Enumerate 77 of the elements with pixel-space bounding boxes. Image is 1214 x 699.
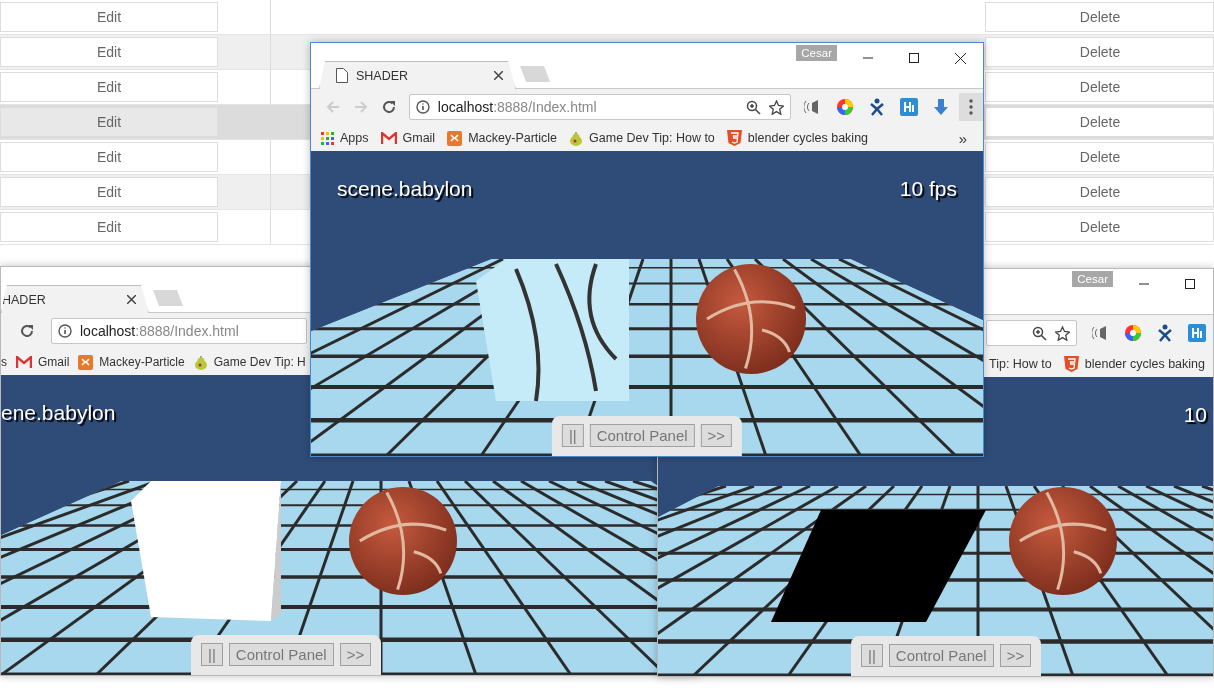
delete-button[interactable]: Delete <box>985 177 1214 207</box>
edit-button[interactable]: Edit <box>0 2 218 32</box>
delete-button[interactable]: Delete <box>985 212 1214 242</box>
control-panel-button[interactable]: Control Panel <box>228 643 334 666</box>
control-panel-button[interactable]: Control Panel <box>589 424 695 447</box>
star-icon[interactable] <box>769 99 785 115</box>
address-bar[interactable]: localhost:8888/Index.html <box>51 318 307 344</box>
square-logo-icon <box>78 354 94 370</box>
bookmark-link[interactable]: blender cycles baking <box>1063 356 1205 372</box>
next-button[interactable]: >> <box>700 424 733 447</box>
pause-button[interactable]: || <box>861 644 883 667</box>
address-bar[interactable] <box>986 320 1077 346</box>
url-text: localhost:8888/Index.html <box>437 99 597 115</box>
bookmark-link[interactable]: s <box>1 355 7 369</box>
bookmark-link[interactable]: Gmail <box>380 131 436 145</box>
scene-title: ene.babylon <box>1 401 116 425</box>
square-icon[interactable] <box>900 98 919 116</box>
square-logo-icon <box>447 130 463 146</box>
maximize-icon[interactable] <box>909 53 919 63</box>
fps-counter: 10 <box>1183 403 1207 427</box>
scene-title: scene.babylon <box>337 177 473 201</box>
edit-button[interactable]: Edit <box>0 142 218 172</box>
pear-icon <box>193 354 208 370</box>
browser-tab[interactable]: HADER <box>1 285 149 313</box>
reload-icon[interactable] <box>380 99 397 115</box>
info-icon <box>415 100 430 114</box>
delete-button[interactable]: Delete <box>985 37 1214 67</box>
edit-button[interactable]: Edit <box>0 37 218 67</box>
fps-counter: 10 fps <box>899 177 957 201</box>
color-wheel-icon[interactable] <box>836 98 855 116</box>
star-icon[interactable] <box>1055 325 1070 341</box>
close-icon[interactable] <box>494 71 503 80</box>
close-icon[interactable] <box>127 295 136 304</box>
delete-button[interactable]: Delete <box>985 72 1214 102</box>
more-bookmarks-button[interactable]: » <box>958 129 967 147</box>
letter-m-icon <box>380 132 397 144</box>
more-menu-icon[interactable] <box>969 99 974 115</box>
bookmark-link[interactable]: Apps <box>321 131 369 145</box>
delete-button[interactable]: Delete <box>985 107 1214 137</box>
info-icon <box>58 324 72 338</box>
delete-button[interactable]: Delete <box>985 142 1214 172</box>
pause-button[interactable]: || <box>201 643 223 666</box>
bookmark-link[interactable]: Game Dev Tip: H <box>193 354 306 370</box>
maximize-icon[interactable] <box>1185 279 1195 289</box>
edit-button[interactable]: Edit <box>0 72 218 102</box>
edit-button[interactable]: Edit <box>0 212 218 242</box>
address-bar[interactable]: localhost:8888/Index.html <box>408 94 792 120</box>
bookmark-link[interactable]: Mackey-Particle <box>447 130 558 146</box>
bookmark-link[interactable]: Tip: How to <box>989 357 1052 371</box>
browser-tab[interactable]: SHADER <box>319 61 516 89</box>
download-arrow-icon[interactable] <box>933 98 950 116</box>
pause-button[interactable]: || <box>561 424 584 447</box>
apps-grid-icon <box>321 131 334 145</box>
square-icon[interactable] <box>1188 324 1206 342</box>
bookmark-link[interactable]: Gmail <box>16 355 70 369</box>
close-icon[interactable] <box>954 52 966 64</box>
pear-icon <box>569 130 584 146</box>
figure-icon[interactable] <box>869 98 886 116</box>
bookmark-link[interactable]: blender cycles baking <box>726 130 869 146</box>
zoom-icon[interactable] <box>746 99 762 115</box>
bookmark-link[interactable]: Game Dev Tip: How to <box>569 130 715 146</box>
reload-icon[interactable] <box>19 323 35 339</box>
zoom-icon[interactable] <box>1032 325 1047 341</box>
page-icon <box>336 68 348 83</box>
edit-button[interactable]: Edit <box>0 107 218 137</box>
figure-icon[interactable] <box>1157 324 1173 342</box>
shield-icon <box>1063 356 1079 372</box>
delete-button[interactable]: Delete <box>985 2 1214 32</box>
edit-button[interactable]: Edit <box>0 177 218 207</box>
bookmark-link[interactable]: Mackey-Particle <box>78 354 185 370</box>
next-button[interactable]: >> <box>999 644 1032 667</box>
color-wheel-icon[interactable] <box>1124 324 1142 342</box>
shield-icon <box>726 130 742 146</box>
url-text: localhost:8888/Index.html <box>80 323 239 339</box>
next-button[interactable]: >> <box>339 643 372 666</box>
letter-m-icon <box>16 356 32 368</box>
control-panel-button[interactable]: Control Panel <box>888 644 994 667</box>
